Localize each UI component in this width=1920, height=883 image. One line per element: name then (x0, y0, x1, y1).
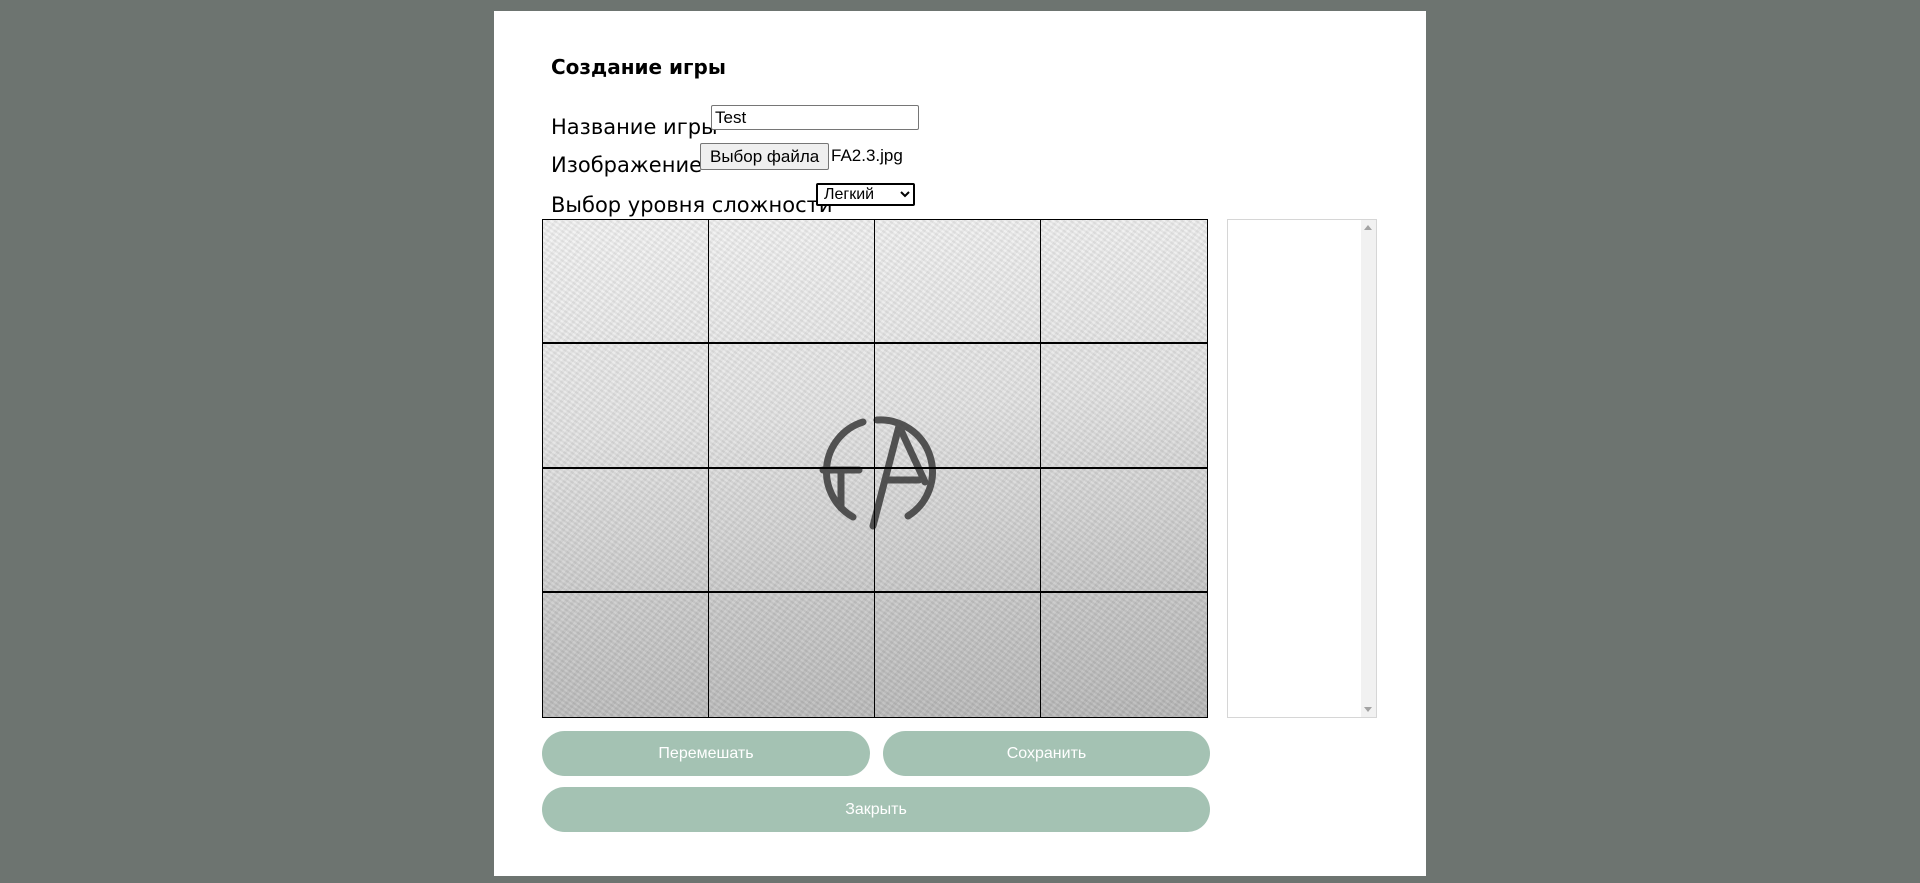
puzzle-tile[interactable] (1041, 344, 1207, 469)
choose-file-button[interactable]: Выбор файла (700, 143, 830, 170)
shuffle-button[interactable]: Перемешать (542, 731, 870, 776)
puzzle-tile[interactable] (875, 344, 1041, 469)
puzzle-tile[interactable] (709, 220, 875, 345)
image-label: Изображение (551, 153, 703, 177)
puzzle-tile[interactable] (543, 468, 709, 593)
save-button[interactable]: Сохранить (883, 731, 1210, 776)
puzzle-tile[interactable] (1041, 593, 1207, 717)
game-name-input[interactable] (711, 105, 919, 130)
puzzle-board[interactable] (542, 219, 1208, 718)
scroll-down-arrow-icon[interactable] (1364, 707, 1372, 712)
selected-file-name: FA2.3.jpg (831, 146, 903, 165)
puzzle-tile[interactable] (875, 468, 1041, 593)
close-button[interactable]: Закрыть (542, 787, 1210, 832)
name-label: Название игры (551, 115, 718, 139)
puzzle-tile[interactable] (709, 344, 875, 469)
puzzle-tile[interactable] (1041, 469, 1207, 593)
puzzle-tile[interactable] (709, 592, 875, 717)
puzzle-tile[interactable] (709, 468, 875, 593)
puzzle-grid (543, 220, 1207, 717)
puzzle-tile[interactable] (543, 592, 709, 717)
puzzle-tile[interactable] (875, 592, 1041, 717)
difficulty-label: Выбор уровня сложности (551, 193, 833, 217)
difficulty-select[interactable]: Легкий (816, 183, 915, 206)
puzzle-tile[interactable] (1041, 220, 1207, 345)
puzzle-tile[interactable] (543, 220, 709, 345)
pieces-list[interactable] (1227, 219, 1377, 718)
create-game-dialog: Создание игры Название игры Изображение … (494, 11, 1426, 876)
dialog-title: Создание игры (551, 55, 726, 79)
puzzle-tile[interactable] (875, 220, 1041, 345)
puzzle-tile[interactable] (543, 344, 709, 469)
pieces-list-scrollbar[interactable] (1361, 220, 1376, 717)
scroll-up-arrow-icon[interactable] (1364, 225, 1372, 230)
